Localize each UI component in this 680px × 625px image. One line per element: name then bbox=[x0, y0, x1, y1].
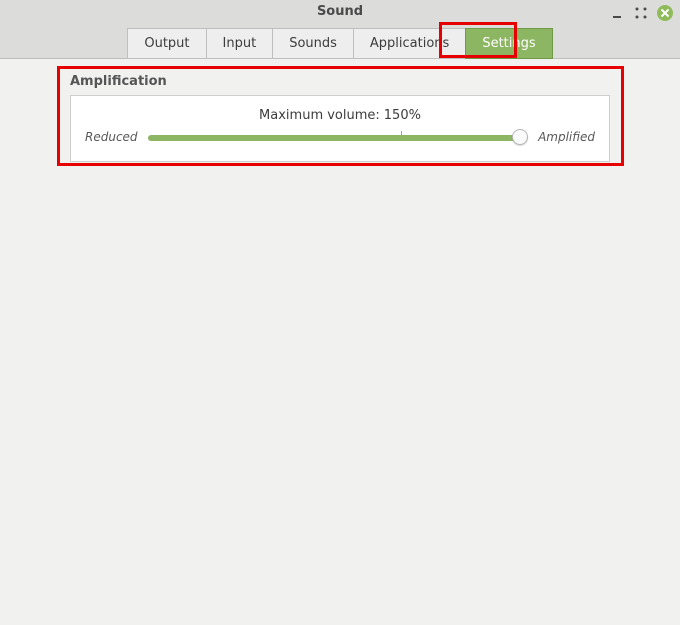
tab-bar: Output Input Sounds Applications Setting… bbox=[0, 28, 680, 59]
amplification-card: Maximum volume: 150% Reduced Amplified bbox=[70, 95, 610, 162]
close-button[interactable] bbox=[656, 4, 674, 22]
tab-input[interactable]: Input bbox=[206, 28, 273, 59]
max-volume-row: Maximum volume: 150% bbox=[85, 108, 595, 123]
slider-thumb[interactable] bbox=[512, 129, 528, 145]
max-volume-value: 150% bbox=[384, 108, 421, 123]
minimize-button[interactable] bbox=[608, 4, 626, 22]
volume-slider-row: Reduced Amplified bbox=[85, 129, 595, 145]
window-controls bbox=[608, 4, 674, 22]
slider-fill bbox=[148, 135, 521, 141]
tab-sounds[interactable]: Sounds bbox=[272, 28, 353, 59]
close-icon bbox=[657, 5, 673, 21]
content-area: Amplification Maximum volume: 150% Reduc… bbox=[0, 59, 680, 162]
titlebar: Sound bbox=[0, 0, 680, 22]
amplification-section-title: Amplification bbox=[70, 74, 610, 89]
volume-slider[interactable] bbox=[148, 129, 529, 145]
tab-output[interactable]: Output bbox=[127, 28, 205, 59]
slider-amplified-label: Amplified bbox=[538, 130, 595, 144]
window-header: Sound Output Input Sounds Applications S… bbox=[0, 0, 680, 59]
slider-reduced-label: Reduced bbox=[85, 130, 138, 144]
tab-settings[interactable]: Settings bbox=[465, 28, 552, 59]
max-volume-label: Maximum volume: bbox=[259, 108, 380, 123]
minimize-icon bbox=[610, 6, 624, 20]
window-title: Sound bbox=[317, 4, 363, 19]
maximize-button[interactable] bbox=[632, 4, 650, 22]
maximize-icon bbox=[634, 6, 648, 20]
tab-applications[interactable]: Applications bbox=[353, 28, 465, 59]
